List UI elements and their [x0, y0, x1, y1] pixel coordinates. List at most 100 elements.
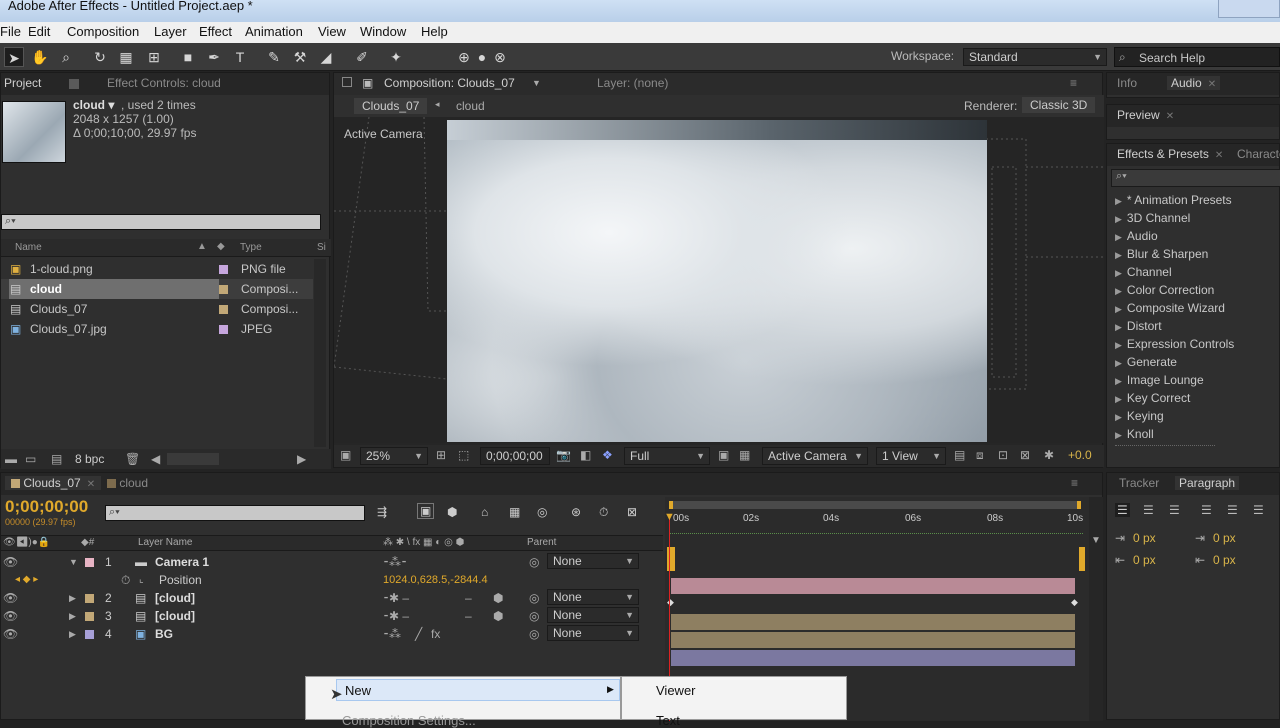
- panel-menu-icon[interactable]: ≡: [1071, 476, 1078, 490]
- menu-composition[interactable]: Composition: [67, 24, 139, 39]
- playhead-icon[interactable]: ▼: [664, 511, 675, 523]
- menu-item-viewer[interactable]: Viewer: [656, 683, 696, 698]
- layer-name[interactable]: BG: [155, 625, 173, 643]
- menu-layer[interactable]: Layer: [154, 24, 187, 39]
- effect-category-3d-channel[interactable]: ▶ 3D Channel: [1115, 209, 1190, 227]
- timeline-layer-row[interactable]: 👁 ▶ 2 ▤ [cloud] ⁃✱ ‒ ‒ ⬢ ◎ None ▼: [1, 589, 661, 607]
- resolution-select[interactable]: Full ▼: [624, 447, 710, 465]
- column-size[interactable]: Si: [317, 242, 326, 253]
- parent-select[interactable]: None ▼: [547, 589, 639, 605]
- current-time-field[interactable]: 0;00;00;00: [480, 447, 550, 465]
- position-property-row[interactable]: ◂ ◆ ▸ ⏱ ⌞ Position 1024.0,628.5,-2844.4: [1, 571, 661, 589]
- comp-marker-bin-icon[interactable]: ▼: [1091, 535, 1101, 546]
- pickwhip-icon[interactable]: ◎: [529, 607, 539, 625]
- panel-menu-icon[interactable]: ≡: [1070, 76, 1077, 90]
- tab-timeline-cloud[interactable]: cloud: [107, 476, 148, 490]
- effects-search-input[interactable]: ⌕▾: [1111, 169, 1280, 187]
- timeline-icon[interactable]: ⊡: [998, 448, 1008, 462]
- justify-center-icon[interactable]: ☰: [1227, 503, 1238, 517]
- label-color-swatch[interactable]: [85, 558, 94, 567]
- project-item-selected[interactable]: ▤ cloud Composi...: [1, 279, 313, 299]
- layer-bar-cloud[interactable]: [671, 632, 1075, 648]
- expand-triangle-icon[interactable]: ▶: [69, 589, 76, 607]
- parent-select[interactable]: None ▼: [547, 607, 639, 623]
- text-tool-icon[interactable]: T: [230, 47, 250, 67]
- frame-blending-icon[interactable]: ⌂: [481, 505, 488, 519]
- eye-icon[interactable]: 👁: [3, 625, 18, 643]
- tab-composition[interactable]: Composition: Clouds_07: [384, 76, 515, 90]
- pickwhip-icon[interactable]: ◎: [529, 589, 539, 607]
- toggle-pixel-aspect-icon[interactable]: ▤: [954, 448, 965, 462]
- menu-effect[interactable]: Effect: [199, 24, 232, 39]
- parent-select[interactable]: None ▼: [547, 625, 639, 641]
- window-controls[interactable]: [1218, 0, 1280, 18]
- effect-category-distort[interactable]: ▶ Distort: [1115, 317, 1162, 335]
- puppet-pin-tool-icon[interactable]: ✦: [386, 47, 406, 67]
- layer-bar-bg[interactable]: [671, 650, 1075, 666]
- tab-layer[interactable]: Layer: (none): [597, 76, 668, 90]
- timeline-layer-row[interactable]: 👁 ▶ 3 ▤ [cloud] ⁃✱ ‒ ‒ ⬢ ◎ None ▼: [1, 607, 661, 625]
- space-after-value[interactable]: 0 px: [1213, 553, 1236, 567]
- layer-bar-cloud[interactable]: [671, 614, 1075, 630]
- hand-tool-icon[interactable]: ✋: [30, 47, 50, 67]
- fast-preview-icon[interactable]: ⧈: [976, 448, 984, 463]
- new-folder-icon[interactable]: ▭: [25, 452, 36, 466]
- effect-category-composite-wizard[interactable]: ▶ Composite Wizard: [1115, 299, 1225, 317]
- workspace-select[interactable]: Standard ▼: [963, 48, 1107, 66]
- position-value[interactable]: 1024.0,628.5,-2844.4: [383, 571, 488, 589]
- 3d-layer-switch-icon[interactable]: ⬢: [493, 589, 503, 607]
- menu-item-text[interactable]: Text: [656, 713, 680, 728]
- align-left-icon[interactable]: ☰: [1115, 503, 1130, 517]
- grid-icon[interactable]: ⊞: [436, 448, 446, 462]
- motion-blur-switch-icon[interactable]: ‒: [465, 589, 472, 607]
- rectangle-tool-icon[interactable]: ■: [178, 47, 198, 67]
- column-type[interactable]: Type: [240, 242, 262, 253]
- close-icon[interactable]: ✕: [1208, 79, 1216, 90]
- brainstorm-icon[interactable]: ◎: [537, 505, 547, 519]
- effect-category-expression-controls[interactable]: ▶ Expression Controls: [1115, 335, 1234, 353]
- effect-category-image-lounge[interactable]: ▶ Image Lounge: [1115, 371, 1204, 389]
- effect-category-animation-presets[interactable]: ▶ * Animation Presets: [1115, 191, 1232, 209]
- brush-tool-icon[interactable]: ✎: [264, 47, 284, 67]
- magnification-select[interactable]: 25% ▼: [360, 447, 428, 465]
- exposure-value[interactable]: +0.0: [1068, 448, 1092, 462]
- auto-keyframe-icon[interactable]: ⏱: [599, 505, 608, 520]
- timeline-scrollbar[interactable]: ▼: [1089, 497, 1103, 721]
- indent-first-value[interactable]: 0 px: [1213, 531, 1236, 545]
- effect-category-knoll[interactable]: ▶ Knoll: [1115, 425, 1154, 443]
- view-select[interactable]: Active Camera ▼: [762, 447, 868, 465]
- project-item[interactable]: ▣ Clouds_07.jpg JPEG: [1, 319, 313, 339]
- work-area-end-handle[interactable]: [1079, 547, 1085, 571]
- label-color-swatch[interactable]: [85, 630, 94, 639]
- pickwhip-icon[interactable]: ◎: [529, 553, 539, 571]
- expand-triangle-icon[interactable]: ▼: [69, 553, 78, 571]
- eye-icon[interactable]: 👁: [3, 589, 18, 607]
- menu-animation[interactable]: Animation: [245, 24, 303, 39]
- tab-paragraph[interactable]: Paragraph: [1175, 476, 1240, 490]
- expand-triangle-icon[interactable]: ▶: [69, 625, 76, 643]
- close-icon[interactable]: ✕: [1215, 150, 1223, 161]
- snapshot-icon[interactable]: 📷: [556, 448, 571, 462]
- layer-name[interactable]: Camera 1: [155, 553, 209, 571]
- selection-tool-icon[interactable]: ➤: [4, 47, 24, 67]
- label-color-swatch[interactable]: [219, 305, 228, 314]
- close-icon[interactable]: ✕: [1166, 111, 1174, 122]
- interpret-footage-icon[interactable]: ▬: [5, 452, 17, 466]
- motion-blur-switch-icon[interactable]: ‒: [465, 607, 472, 625]
- horizontal-scrollbar[interactable]: [167, 453, 219, 465]
- scroll-left-icon[interactable]: ◀: [151, 452, 160, 466]
- zoom-tool-icon[interactable]: ⌕: [56, 47, 76, 67]
- eye-icon[interactable]: 👁: [3, 607, 18, 625]
- timeline-layer-row[interactable]: 👁 ▼ 1 ▬ Camera 1 ⁃⁂⁃ ◎ None ▼: [1, 553, 661, 571]
- menu-item-composition-settings[interactable]: Composition Settings...: [342, 713, 476, 728]
- chart-icon[interactable]: ⊠: [627, 505, 637, 519]
- tab-effect-controls[interactable]: Effect Controls: cloud: [107, 76, 221, 90]
- keyframe-nav-icon[interactable]: ◂ ◆ ▸: [15, 571, 38, 589]
- trash-icon[interactable]: 🗑: [125, 452, 140, 466]
- effect-category-blur-sharpen[interactable]: ▶ Blur & Sharpen: [1115, 245, 1208, 263]
- label-color-swatch[interactable]: [85, 612, 94, 621]
- menu-help[interactable]: Help: [421, 24, 448, 39]
- effect-category-generate[interactable]: ▶ Generate: [1115, 353, 1177, 371]
- clone-stamp-tool-icon[interactable]: ⚒: [290, 47, 310, 67]
- tab-project[interactable]: Project: [4, 76, 41, 90]
